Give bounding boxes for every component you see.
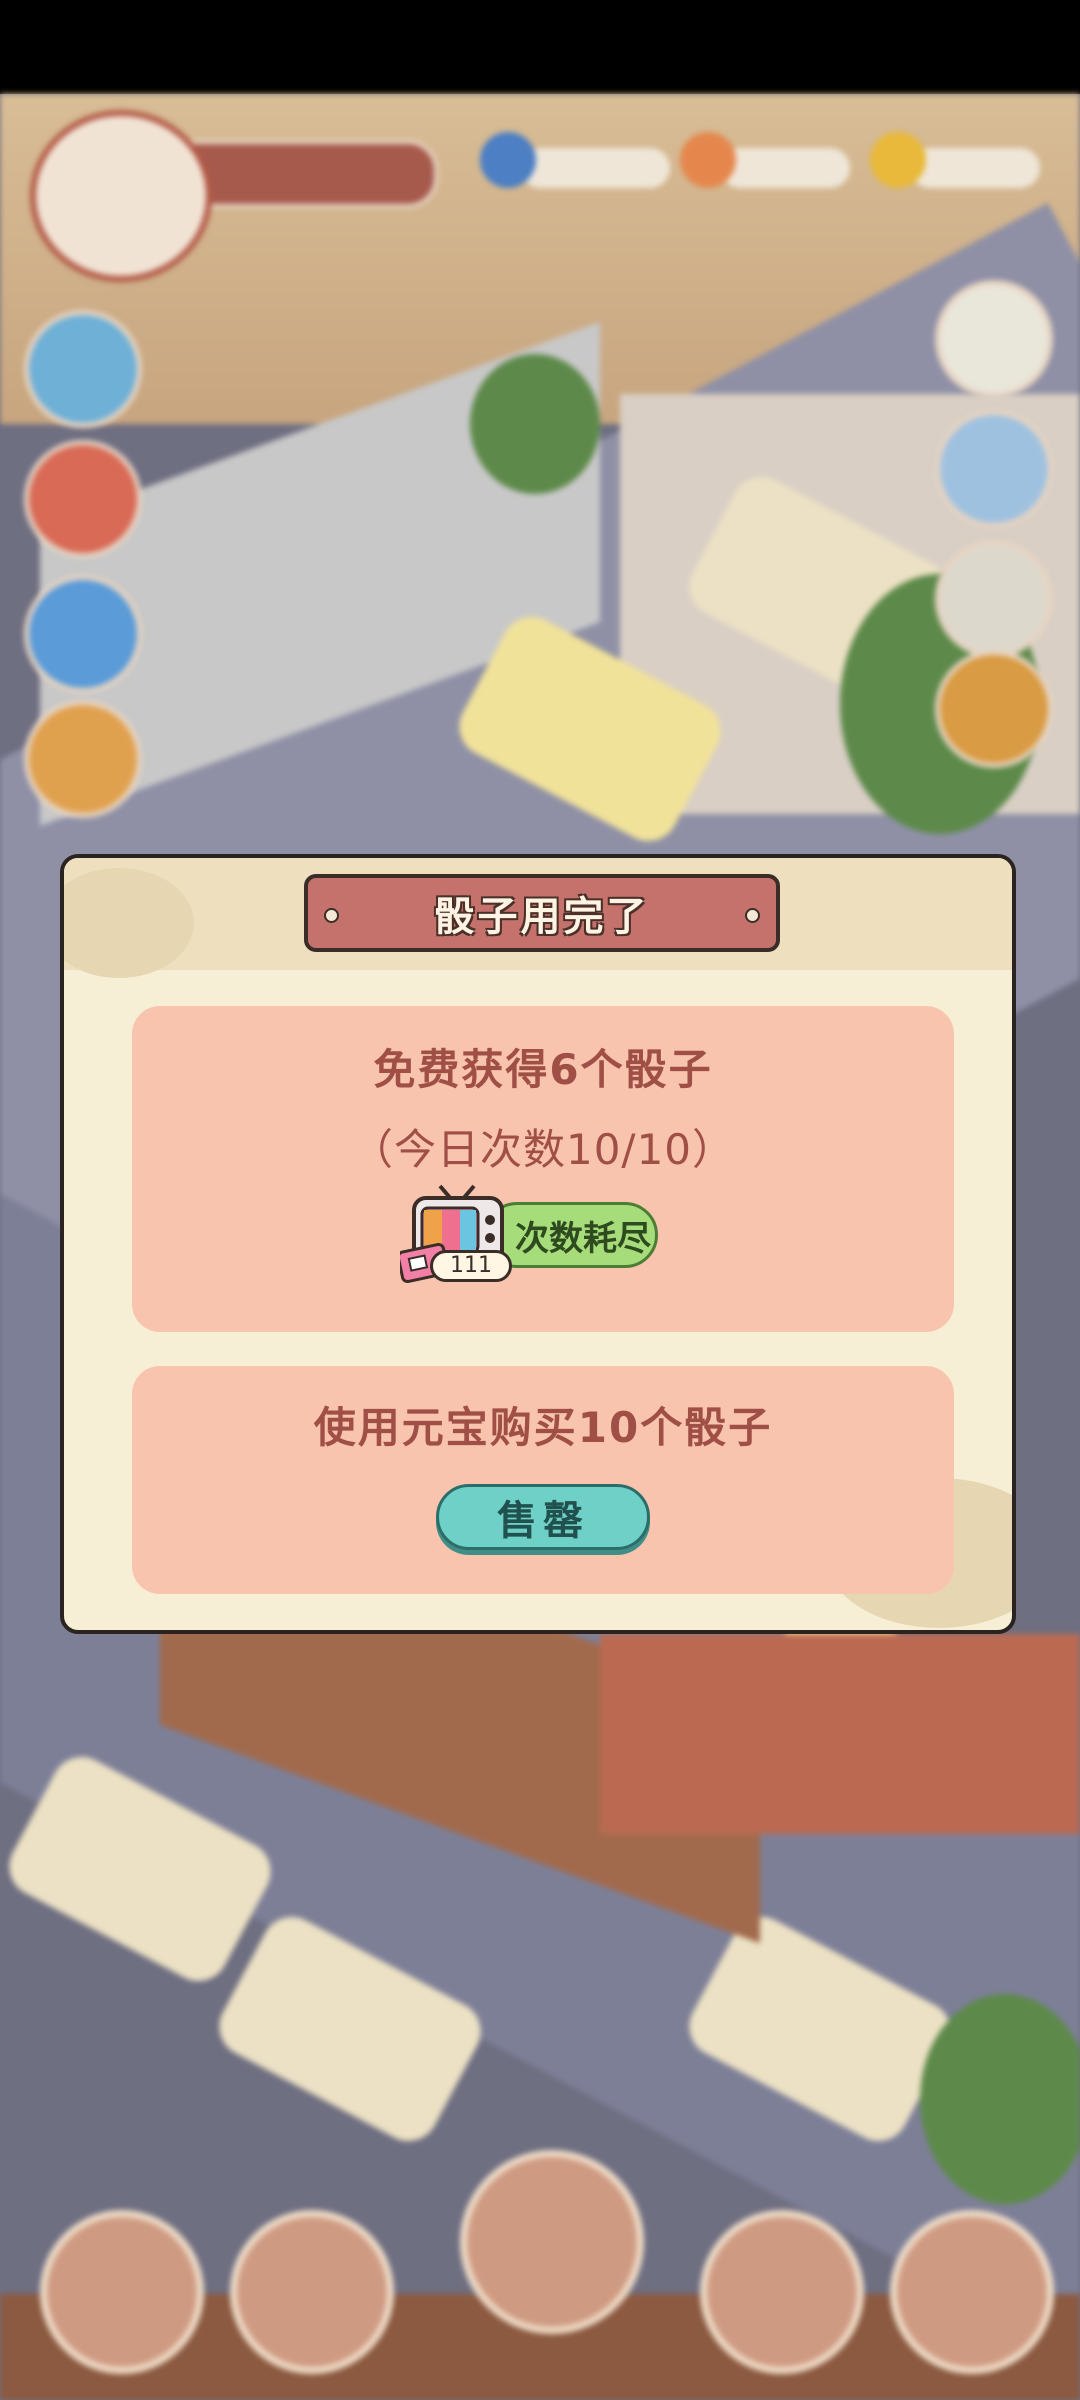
dialog-title-plate: 骰子用完了 [304, 874, 780, 952]
bottom-nav-button[interactable] [700, 2210, 864, 2374]
side-menu-button[interactable] [935, 540, 1053, 658]
ad-ticket-count: 111 [430, 1250, 512, 1282]
plate-rivet [324, 908, 339, 923]
buy-offer-heading: 使用元宝购买10个骰子 [313, 1403, 773, 1452]
side-menu-button[interactable] [24, 310, 142, 428]
sold-out-button-label: 售罄 [497, 1498, 589, 1544]
daily-count-text: （今日次数10/10） [350, 1125, 736, 1174]
resource-pill [910, 148, 1040, 188]
sold-out-button[interactable]: 售罄 [436, 1484, 650, 1550]
side-menu-button[interactable] [24, 575, 142, 693]
dice-out-dialog: 骰子用完了 免费获得6个骰子 （今日次数10/10） 次数耗尽 111 使用元宝… [60, 854, 1016, 1634]
watch-ad-button-label: 次数耗尽 [515, 1218, 651, 1259]
bottom-nav-button[interactable] [230, 2210, 394, 2374]
side-menu-button[interactable] [24, 700, 142, 818]
plate-rivet [745, 908, 760, 923]
buy-dice-card: 使用元宝购买10个骰子 售罄 [132, 1366, 954, 1594]
coin-icon [680, 132, 736, 188]
bottom-nav-button[interactable] [460, 2150, 644, 2334]
dialog-title: 骰子用完了 [434, 894, 650, 940]
side-menu-button[interactable] [935, 280, 1053, 398]
free-dice-card: 免费获得6个骰子 （今日次数10/10） 次数耗尽 111 [132, 1006, 954, 1332]
resource-pill [520, 148, 670, 188]
side-menu-button[interactable] [935, 650, 1053, 768]
side-menu-button[interactable] [935, 410, 1053, 528]
player-avatar[interactable] [30, 110, 212, 282]
resource-pill [720, 148, 850, 188]
free-offer-heading: 免费获得6个骰子 [373, 1045, 713, 1094]
ingot-icon [870, 132, 926, 188]
side-menu-button[interactable] [24, 440, 142, 558]
gem-icon [480, 132, 536, 188]
bottom-nav-button[interactable] [40, 2210, 204, 2374]
bottom-nav-button[interactable] [890, 2210, 1054, 2374]
